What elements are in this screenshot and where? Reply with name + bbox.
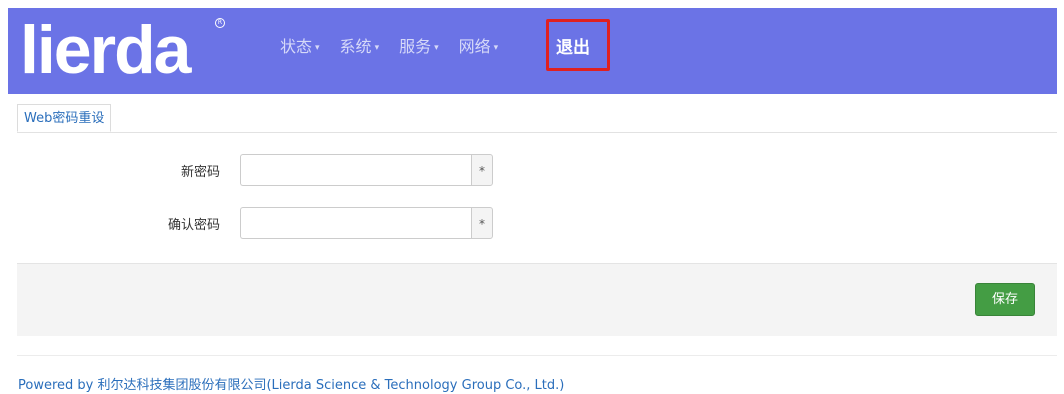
nav-status-label: 状态: [280, 37, 313, 56]
chevron-down-icon: ▾: [493, 42, 499, 53]
top-navbar: lierda R 状态 ▾ 系统 ▾ 服务 ▾ 网络 ▾: [8, 8, 1057, 94]
new-password-label: 新密码: [180, 165, 220, 180]
form-actions-panel: [17, 263, 1057, 336]
nav-services-menu[interactable]: 服务 ▾: [399, 36, 439, 59]
main-nav: 状态 ▾ 系统 ▾ 服务 ▾ 网络 ▾: [280, 36, 518, 59]
tab-bar: Web密码重设: [17, 104, 1057, 133]
logout-link[interactable]: 退出: [546, 19, 610, 71]
registered-mark-icon: R: [215, 18, 225, 28]
chevron-down-icon: ▾: [315, 42, 320, 53]
nav-system-label: 系统: [339, 37, 372, 56]
logout-label: 退出: [556, 38, 590, 58]
powered-by-link[interactable]: Powered by 利尔达科技集团股份有限公司(Lierda Science …: [18, 374, 564, 393]
confirm-password-label: 确认密码: [167, 218, 220, 233]
confirm-password-field[interactable]: [240, 207, 472, 239]
save-button[interactable]: 保存: [975, 283, 1035, 316]
divider: [17, 355, 1057, 356]
nav-status-menu[interactable]: 状态 ▾: [280, 36, 320, 59]
confirm-password-required-marker: *: [471, 207, 493, 239]
nav-system-menu[interactable]: 系统 ▾: [340, 36, 380, 59]
tab-web-password-reset[interactable]: Web密码重设: [17, 104, 112, 132]
chevron-down-icon: ▾: [434, 42, 439, 53]
new-password-required-marker: *: [471, 154, 493, 186]
nav-network-menu[interactable]: 网络 ▾: [459, 36, 499, 59]
nav-services-label: 服务: [399, 37, 432, 56]
new-password-field[interactable]: [240, 154, 472, 186]
nav-network-label: 网络: [458, 37, 491, 56]
chevron-down-icon: ▾: [374, 42, 380, 53]
lierda-logo: lierda: [20, 12, 191, 88]
